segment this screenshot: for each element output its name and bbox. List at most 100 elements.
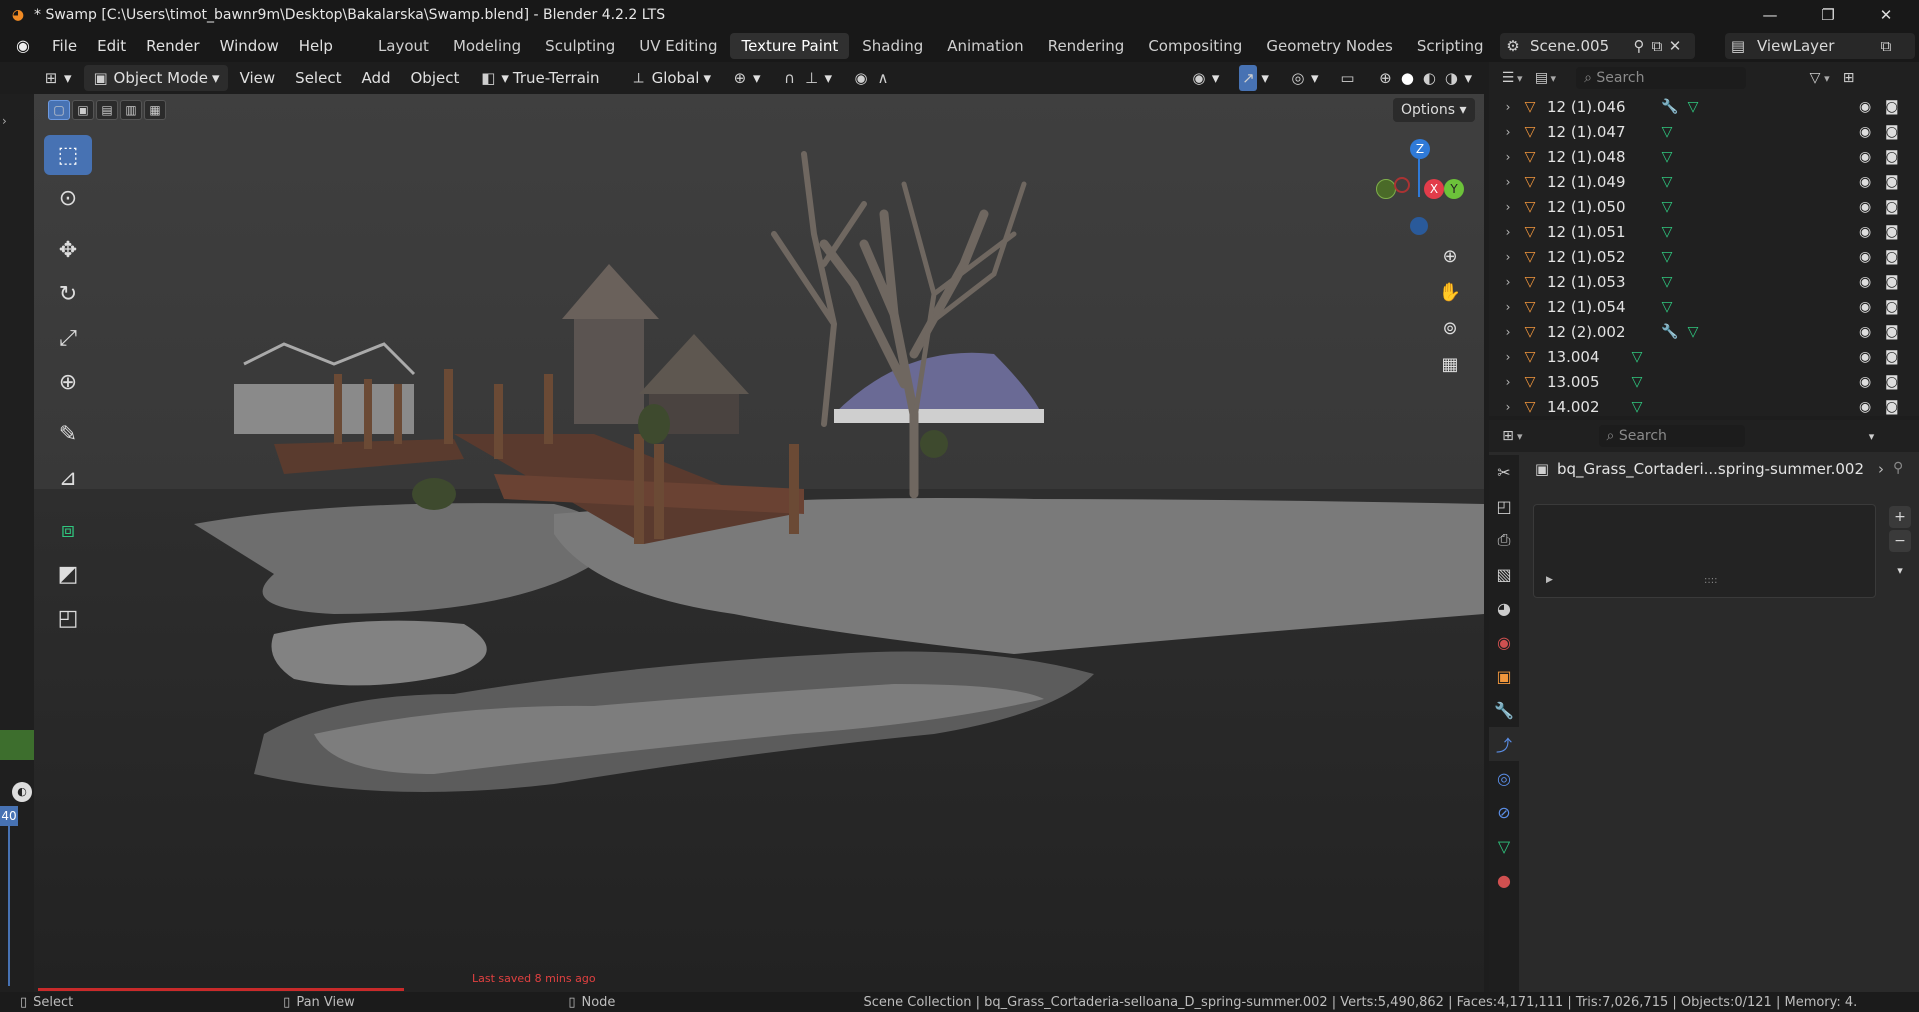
close-button[interactable]: ✕ [1857, 0, 1915, 30]
expand-chevron-icon[interactable]: › [1495, 325, 1521, 339]
visibility-eye-icon[interactable]: ◉ [1859, 374, 1871, 390]
outliner-row[interactable]: › ▽ 12 (1).053 ▽ ◉ ◙ [1489, 269, 1919, 294]
tab-modeling[interactable]: Modeling [442, 33, 532, 59]
xray-toggle[interactable]: ▭ [1330, 65, 1364, 91]
visibility-eye-icon[interactable]: ◉ [1859, 349, 1871, 365]
render-camera-icon[interactable]: ◙ [1885, 99, 1899, 115]
scene-name[interactable]: Scene.005 [1530, 37, 1630, 55]
tab-layout[interactable]: Layout [367, 33, 440, 59]
gizmo-x-axis[interactable]: X [1424, 179, 1444, 199]
mesh-data-icon[interactable]: ▽ [1489, 829, 1519, 863]
expand-chevron-icon[interactable]: › [1495, 100, 1521, 114]
mesh-data-icon[interactable]: ▽ [1657, 124, 1677, 140]
expand-chevron-icon[interactable]: › [1495, 275, 1521, 289]
select-new-mode-icon[interactable]: ▢ [48, 100, 70, 120]
mesh-data-icon[interactable]: ▽ [1657, 224, 1677, 240]
navigation-gizmo[interactable]: Z X Y [1370, 135, 1470, 245]
visibility-eye-icon[interactable]: ◉ [1859, 324, 1871, 340]
tab-animation[interactable]: Animation [936, 33, 1034, 59]
perspective-grid-icon[interactable]: ▦ [1432, 346, 1468, 382]
material-slot-list[interactable]: ▶ :::: [1533, 504, 1876, 598]
outliner-editor-icon[interactable]: ☰ [1499, 70, 1517, 86]
expand-chevron-icon[interactable]: › [1495, 200, 1521, 214]
outliner-row[interactable]: › ▽ 12 (1).050 ▽ ◉ ◙ [1489, 194, 1919, 219]
list-resize-handle[interactable]: :::: [1704, 575, 1717, 586]
render-camera-icon[interactable]: ◙ [1885, 299, 1899, 315]
expand-chevron-icon[interactable]: › [1495, 125, 1521, 139]
orientation-dropdown[interactable]: ⟂ Global ▾ [622, 65, 719, 91]
menu-object[interactable]: Object [403, 65, 468, 91]
gizmo-toggle[interactable]: ↗ ▾ [1231, 65, 1277, 91]
filter-icon[interactable]: ▽ [1806, 70, 1824, 86]
bend-tool-icon[interactable]: ◰ [44, 597, 92, 639]
visibility-eye-icon[interactable]: ◉ [1859, 174, 1871, 190]
visibility-eye-icon[interactable]: ◉ [1859, 274, 1871, 290]
modifier-wrench-icon[interactable]: 🔧 [1489, 693, 1519, 727]
constraints-icon[interactable]: ⊘ [1489, 795, 1519, 829]
snapping-dropdown[interactable]: ∩ ⊥ ▾ [773, 65, 841, 91]
render-camera-icon[interactable]: ◙ [1885, 124, 1899, 140]
zoom-icon[interactable]: ⊕ [1432, 238, 1468, 274]
new-collection-icon[interactable]: ⊞ [1840, 70, 1858, 86]
render-camera-icon[interactable]: ◙ [1885, 224, 1899, 240]
mesh-data-icon[interactable]: ▽ [1683, 324, 1703, 340]
tab-sculpting[interactable]: Sculpting [534, 33, 626, 59]
select-intersect-mode-icon[interactable]: ▦ [144, 100, 166, 120]
mesh-data-icon[interactable]: ▽ [1627, 399, 1647, 415]
menu-window[interactable]: Window [210, 33, 289, 59]
minimize-button[interactable]: — [1741, 0, 1799, 30]
mesh-data-icon[interactable]: ▽ [1657, 174, 1677, 190]
transform-tool-icon[interactable]: ⊕ [44, 361, 92, 403]
outliner-row[interactable]: › ▽ 12 (1).051 ▽ ◉ ◙ [1489, 219, 1919, 244]
mesh-data-icon[interactable]: ▽ [1627, 374, 1647, 390]
outliner-search[interactable]: ⌕ Search [1576, 67, 1747, 89]
move-tool-icon[interactable]: ✥ [44, 229, 92, 271]
timeline-toggle-icon[interactable]: ◐ [12, 782, 32, 802]
expand-chevron-icon[interactable]: › [1495, 225, 1521, 239]
gizmo-z-axis[interactable]: Z [1410, 139, 1430, 159]
world-properties-icon[interactable]: ◉ [1489, 625, 1519, 659]
modifier-wrench-icon[interactable]: 🔧 [1657, 324, 1683, 340]
outliner-row[interactable]: › ▽ 12 (2).002 🔧 ▽ ◉ ◙ [1489, 319, 1919, 344]
outliner-row[interactable]: › ▽ 12 (1).052 ▽ ◉ ◙ [1489, 244, 1919, 269]
select-box-tool-icon[interactable]: ⬚ [44, 135, 92, 175]
visibility-eye-icon[interactable]: ◉ [1859, 124, 1871, 140]
measure-tool-icon[interactable]: ⊿ [44, 457, 92, 499]
select-subtract-mode-icon[interactable]: ▤ [96, 100, 118, 120]
render-camera-icon[interactable]: ◙ [1885, 324, 1899, 340]
view-layer-selector[interactable]: ▤ ViewLayer ⧉ [1725, 33, 1915, 59]
expand-chevron-icon[interactable]: › [1495, 300, 1521, 314]
tool-settings-icon[interactable]: ✂ [1489, 455, 1519, 489]
visibility-eye-icon[interactable]: ◉ [1859, 99, 1871, 115]
tab-shading[interactable]: Shading [851, 33, 934, 59]
proportional-edit-toggle[interactable]: ◉ ∧ [844, 65, 900, 91]
mesh-data-icon[interactable]: ▽ [1657, 199, 1677, 215]
mesh-data-icon[interactable]: ▽ [1657, 274, 1677, 290]
output-properties-icon[interactable]: ⎙ [1489, 523, 1519, 557]
chevron-down-icon[interactable]: ▾ [1863, 430, 1881, 443]
outliner-row[interactable]: › ▽ 13.004 ▽ ◉ ◙ [1489, 344, 1919, 369]
scene-selector[interactable]: ⚙ Scene.005 ⚲ ⧉ ✕ [1500, 33, 1695, 59]
visibility-eye-icon[interactable]: ◉ [1859, 149, 1871, 165]
gizmo-neg-z[interactable] [1410, 217, 1428, 235]
scale-tool-icon[interactable]: ⤢ [44, 317, 92, 359]
outliner-row[interactable]: › ▽ 12 (1).049 ▽ ◉ ◙ [1489, 169, 1919, 194]
solid-shading-icon[interactable]: ● [1398, 65, 1416, 91]
maximize-button[interactable]: ❐ [1799, 0, 1857, 30]
outliner-row[interactable]: › ▽ 12 (1).046 🔧 ▽ ◉ ◙ [1489, 94, 1919, 119]
mesh-data-icon[interactable]: ▽ [1627, 349, 1647, 365]
visibility-dropdown[interactable]: ◉ ▾ [1182, 65, 1228, 91]
properties-search[interactable]: ⌕ Search [1598, 425, 1745, 447]
3d-viewport[interactable] [34, 94, 1484, 992]
gizmo-neg-x[interactable] [1394, 177, 1410, 193]
render-camera-icon[interactable]: ◙ [1885, 149, 1899, 165]
gizmo-y-axis[interactable]: Y [1444, 179, 1464, 199]
pan-hand-icon[interactable]: ✋ [1432, 274, 1468, 310]
visibility-eye-icon[interactable]: ◉ [1859, 199, 1871, 215]
timeline-editor-button[interactable] [0, 730, 34, 760]
mode-dropdown[interactable]: ▣ Object Mode ▾ [83, 65, 228, 91]
slot-specials-button[interactable]: ▾ [1889, 560, 1911, 582]
tab-rendering[interactable]: Rendering [1037, 33, 1136, 59]
menu-add[interactable]: Add [353, 65, 398, 91]
object-properties-icon[interactable]: ▣ [1489, 659, 1519, 693]
